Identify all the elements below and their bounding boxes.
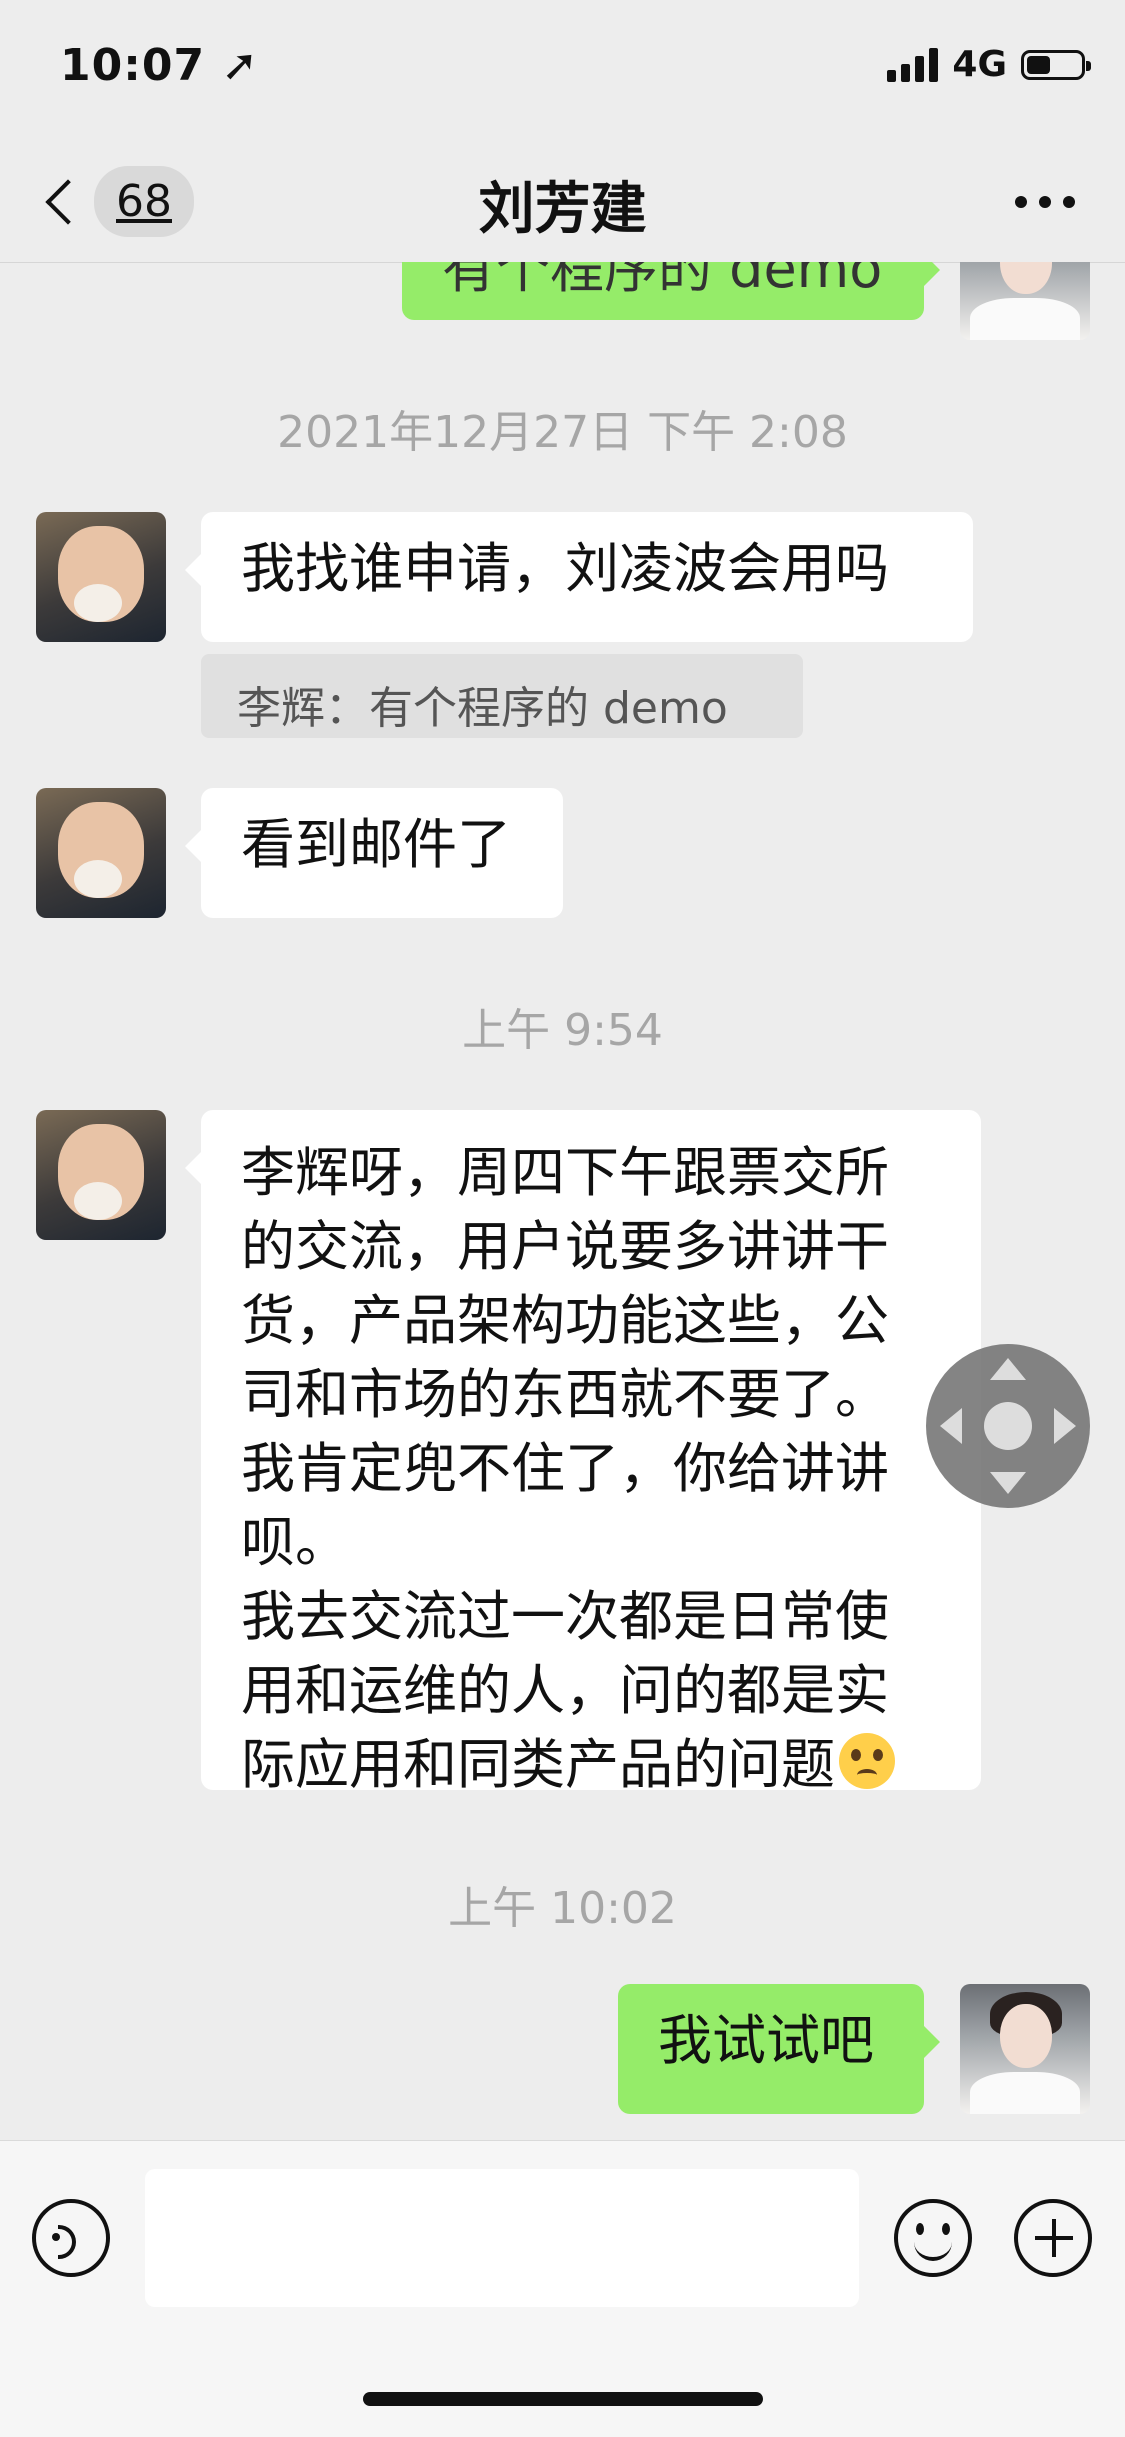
voice-input-icon[interactable] bbox=[32, 2199, 110, 2277]
home-indicator[interactable] bbox=[363, 2392, 763, 2406]
avatar-contact[interactable] bbox=[36, 512, 166, 642]
avatar-self[interactable] bbox=[960, 1984, 1090, 2114]
quoted-message[interactable]: 李辉：有个程序的 demo bbox=[201, 654, 803, 738]
status-indicators: 4G bbox=[887, 44, 1091, 85]
message-line: 司和市场的东西就不要了。 bbox=[241, 1363, 889, 1426]
message-timestamp: 上午 9:54 bbox=[462, 1005, 663, 1056]
message-bubble-outgoing[interactable]: 我试试吧 bbox=[618, 1984, 940, 2114]
message-bubble-outgoing[interactable]: 有个程序的 demo bbox=[402, 262, 940, 320]
message-line: 用和运维的人，问的都是实 bbox=[241, 1659, 889, 1722]
message-timestamp: 2021年12月27日 下午 2:08 bbox=[277, 407, 848, 458]
worried-face-emoji-icon bbox=[839, 1733, 895, 1789]
message-line: 货，产品架构功能这些，公 bbox=[241, 1289, 889, 1352]
chat-area[interactable]: 有个程序的 demo 2021年12月27日 下午 2:08 我找谁申请，刘凌波… bbox=[0, 262, 1125, 2140]
signal-icon bbox=[887, 47, 939, 82]
message-line-last: 际应用和同类产品的问题 bbox=[241, 1728, 941, 1802]
message-input[interactable] bbox=[145, 2169, 859, 2307]
message-line: 呗。 bbox=[241, 1511, 349, 1574]
battery-icon bbox=[1021, 49, 1091, 80]
network-type: 4G bbox=[952, 44, 1007, 85]
emoji-icon[interactable] bbox=[894, 2199, 972, 2277]
assistive-touch-button[interactable] bbox=[926, 1344, 1090, 1508]
plus-icon[interactable] bbox=[1014, 2199, 1092, 2277]
message-bubble-incoming[interactable]: 我找谁申请，刘凌波会用吗 bbox=[185, 512, 973, 642]
avatar-contact[interactable] bbox=[36, 788, 166, 918]
nav-bar: 68 刘芳建 bbox=[0, 140, 1125, 263]
avatar-self[interactable] bbox=[960, 262, 1090, 340]
avatar-contact[interactable] bbox=[36, 1110, 166, 1240]
message-line: 李辉呀，周四下午跟票交所 bbox=[241, 1141, 889, 1204]
message-line: 的交流，用户说要多讲讲干 bbox=[241, 1215, 889, 1278]
message-timestamp: 上午 10:02 bbox=[448, 1883, 677, 1934]
chat-title: 刘芳建 bbox=[478, 177, 647, 242]
more-options-icon[interactable] bbox=[1015, 196, 1075, 208]
message-bubble-incoming[interactable]: 李辉呀，周四下午跟票交所 的交流，用户说要多讲讲干 货，产品架构功能这些，公 司… bbox=[185, 1110, 981, 1796]
message-line: 我肯定兜不住了，你给讲讲 bbox=[241, 1437, 889, 1500]
message-line: 我去交流过一次都是日常使 bbox=[241, 1585, 889, 1648]
status-time: 10:07 ➚ bbox=[60, 40, 260, 91]
status-bar: 10:07 ➚ 4G bbox=[0, 0, 1125, 140]
message-bubble-incoming[interactable]: 看到邮件了 bbox=[185, 788, 563, 918]
